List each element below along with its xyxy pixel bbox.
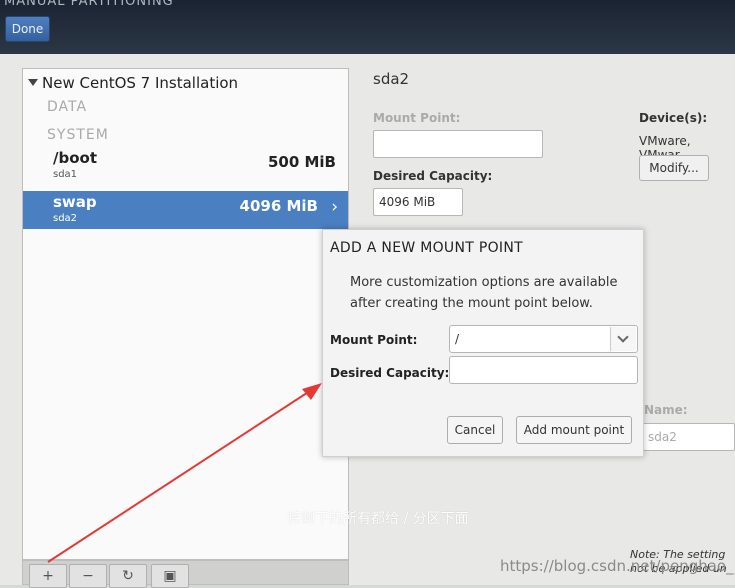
watermark: https://blog.csdn.net/penghao_1: [500, 557, 735, 575]
annotation-arrow: [47, 383, 322, 563]
annotation-text: 将剩下的所有都给 / 分区下面: [287, 511, 469, 527]
